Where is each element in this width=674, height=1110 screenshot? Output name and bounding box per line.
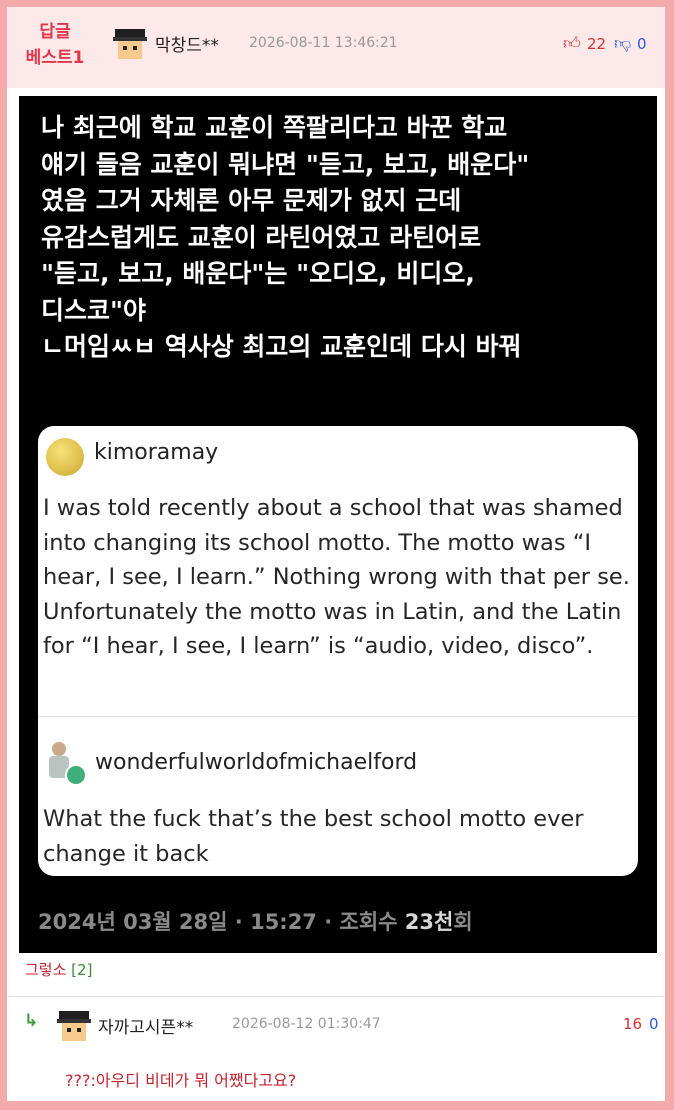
comment-line: 그렇소 [2] bbox=[25, 959, 92, 980]
reply-upvote-count[interactable]: 16 bbox=[623, 1015, 642, 1033]
tumblr-post-2: What the fuck that’s the best school mot… bbox=[43, 806, 584, 867]
reply-author-name[interactable]: 자까고시픈** bbox=[98, 1013, 193, 1038]
reply-arrow-icon: ↳ bbox=[24, 1011, 39, 1031]
tumblr-username-1: kimoramay bbox=[94, 440, 219, 465]
footer-suffix: 회 bbox=[453, 910, 473, 934]
image-caption: 나 최근에 학교 교훈이 쪽팔리다고 바꾼 학교 얘기 들음 교훈이 뭐냐면 "… bbox=[41, 113, 530, 361]
avatar[interactable] bbox=[113, 27, 147, 61]
best-reply-header: 답글 베스트1 막창드** 2026-08-11 13:46:21 👍︎ 22 … bbox=[7, 7, 665, 88]
footer-views: 23천 bbox=[404, 910, 454, 934]
best-reply-badge: 답글 베스트1 bbox=[15, 19, 95, 71]
reply-avatar[interactable] bbox=[57, 1009, 91, 1043]
separator bbox=[7, 996, 665, 997]
tumblr-username-2: wonderfulworldofmichaelford bbox=[95, 750, 418, 775]
tumblr-post-1: I was told recently about a school that … bbox=[43, 495, 630, 659]
image-footer-date: 2024년 03월 28일 · 15:27 · 조회수 23천회 bbox=[38, 906, 473, 936]
post-date: 2026-08-11 13:46:21 bbox=[249, 35, 398, 51]
reply-count[interactable]: [2] bbox=[71, 961, 92, 979]
reply-date: 2026-08-12 01:30:47 bbox=[232, 1016, 381, 1032]
badge-line-1: 답글 bbox=[39, 22, 71, 42]
badge-line-2: 베스트1 bbox=[25, 48, 85, 68]
reply-text: ???:아우디 비데가 뭐 어쨌다고요? bbox=[65, 1071, 297, 1090]
divider bbox=[38, 716, 638, 717]
lemon-avatar-icon bbox=[46, 438, 84, 476]
upvote-count: 22 bbox=[587, 35, 607, 53]
tumblr-card: kimoramay I was told recently about a sc… bbox=[38, 426, 638, 876]
comment-frame: 답글 베스트1 막창드** 2026-08-11 13:46:21 👍︎ 22 … bbox=[7, 7, 665, 1101]
reply-downvote-count[interactable]: 0 bbox=[649, 1015, 659, 1033]
user-avatar-icon bbox=[43, 742, 87, 786]
footer-date-text: 2024년 03월 28일 · 15:27 · 조회수 bbox=[38, 910, 405, 934]
author-name[interactable]: 막창드** bbox=[155, 31, 219, 56]
post-image: 나 최근에 학교 교훈이 쪽팔리다고 바꾼 학교 얘기 들음 교훈이 뭐냐면 "… bbox=[19, 96, 657, 953]
comment-text: 그렇소 bbox=[25, 961, 72, 979]
downvote-count: 0 bbox=[637, 35, 647, 53]
thumbs-down-icon[interactable]: 👎︎ bbox=[614, 33, 631, 54]
thumbs-up-icon[interactable]: 👍︎ bbox=[563, 33, 581, 54]
